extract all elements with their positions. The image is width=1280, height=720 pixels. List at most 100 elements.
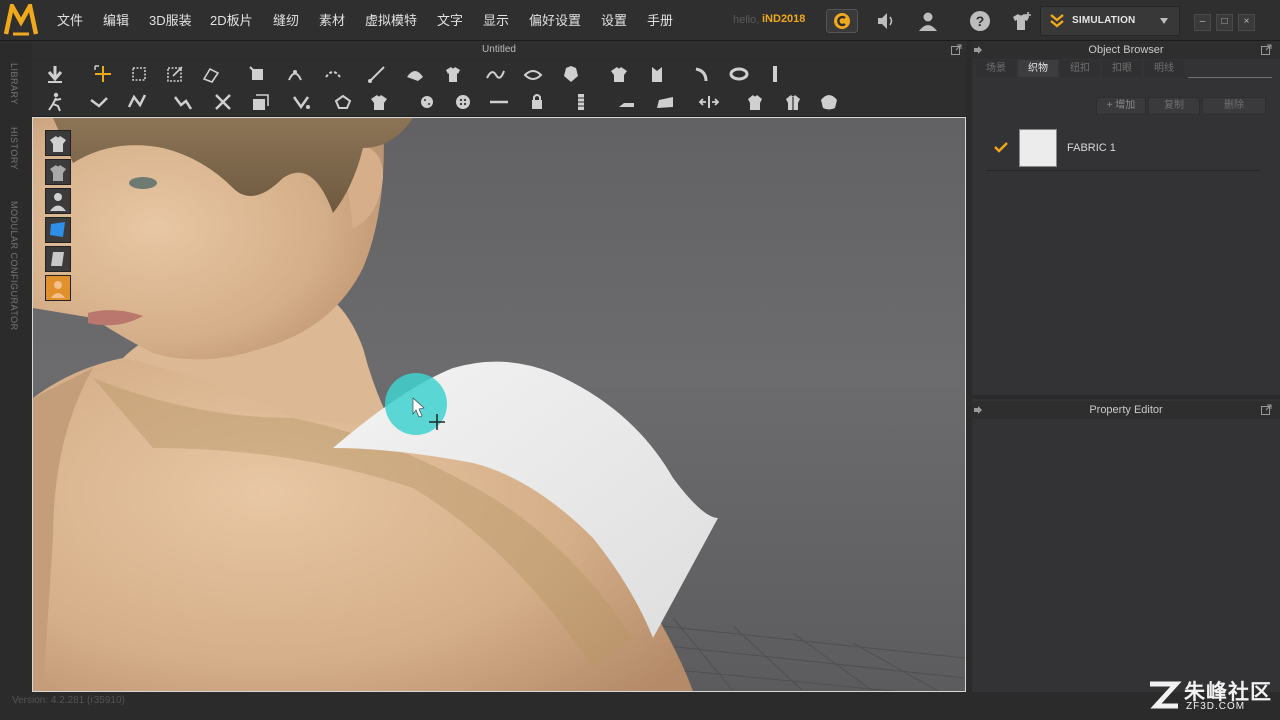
menu-3d-garment[interactable]: 3D服装 <box>149 10 192 29</box>
fabric-list-item[interactable]: FABRIC 1 <box>986 126 1260 171</box>
view-skin-icon[interactable] <box>45 275 71 301</box>
user-name: iND2018 <box>762 13 806 25</box>
garment-layer-icon[interactable] <box>818 91 840 113</box>
speaker-icon[interactable] <box>874 9 898 33</box>
trim-piece-icon[interactable] <box>654 91 676 113</box>
fabric-stack-icon[interactable] <box>248 91 270 113</box>
buttonhole-icon[interactable] <box>452 91 474 113</box>
chevron-down-icon[interactable] <box>1159 17 1169 25</box>
view-texture-icon[interactable] <box>45 217 71 243</box>
detach-window-icon[interactable] <box>1261 44 1272 55</box>
transform-icon[interactable] <box>164 63 186 85</box>
left-side-strip: LIBRARY HISTORY MODULAR CONFIGURATOR <box>0 41 30 693</box>
menu-materials[interactable]: 素材 <box>319 10 345 29</box>
edit-avatar-icon[interactable] <box>88 91 110 113</box>
shrink-garment-icon[interactable] <box>744 91 766 113</box>
library-tab[interactable]: LIBRARY <box>9 63 19 105</box>
tab-button[interactable]: 纽扣 <box>1060 60 1100 77</box>
sewing-line-icon[interactable] <box>172 91 194 113</box>
avatar-garment-icon[interactable] <box>608 63 630 85</box>
view-garment-mesh-icon[interactable] <box>45 159 71 185</box>
tab-fabric[interactable]: 织物 <box>1018 60 1058 77</box>
menu-manual[interactable]: 手册 <box>647 10 673 29</box>
detach-window-icon[interactable] <box>951 44 962 55</box>
texture-edit-icon[interactable] <box>404 63 426 85</box>
simulation-button[interactable]: SIMULATION <box>1040 6 1180 36</box>
view-fabric-icon[interactable] <box>45 246 71 272</box>
add-button[interactable]: + 增加 <box>1096 97 1146 115</box>
measure-icon[interactable] <box>764 63 786 85</box>
menu-settings[interactable]: 设置 <box>601 10 627 29</box>
sew-tack-icon[interactable] <box>322 63 344 85</box>
copy-button[interactable]: 复制 <box>1148 97 1200 115</box>
detach-window-icon[interactable] <box>1261 404 1272 415</box>
belt-icon[interactable] <box>690 63 712 85</box>
delete-button[interactable]: 删除 <box>1202 97 1266 115</box>
fold-arrange-icon[interactable] <box>200 63 222 85</box>
stretch-icon[interactable] <box>698 91 720 113</box>
viewport-toolbar-bottom <box>32 88 966 117</box>
history-tab[interactable]: HISTORY <box>9 127 19 170</box>
button-place-icon[interactable] <box>332 91 354 113</box>
cloud-icon[interactable] <box>826 9 858 33</box>
zipper-icon[interactable] <box>646 63 668 85</box>
user-icon[interactable] <box>916 9 940 33</box>
tab-scene[interactable]: 场景 <box>976 60 1016 77</box>
grab-garment-icon[interactable] <box>560 63 582 85</box>
menu-2d-pattern[interactable]: 2D板片 <box>210 10 253 29</box>
hello-label: hello, <box>733 14 760 26</box>
piping-icon[interactable] <box>616 91 638 113</box>
shirt-outline-icon[interactable] <box>368 91 390 113</box>
garment-fit-icon[interactable] <box>782 91 804 113</box>
zipper-lock-icon[interactable] <box>526 91 548 113</box>
tape-icon[interactable] <box>728 63 750 85</box>
view-garment-icon[interactable] <box>45 130 71 156</box>
draw-line-icon[interactable] <box>366 63 388 85</box>
modular-configurator-tab[interactable]: MODULAR CONFIGURATOR <box>9 201 19 331</box>
watermark-logo-icon <box>1150 681 1182 709</box>
select-mesh-icon[interactable] <box>128 63 150 85</box>
check-icon[interactable] <box>994 141 1008 153</box>
select-move-icon[interactable] <box>92 63 114 85</box>
marvelous-logo-icon[interactable] <box>4 4 38 36</box>
viewport-toolbar-top <box>32 60 966 88</box>
watermark: 朱峰社区 ZF3D.COM <box>1146 674 1274 718</box>
fold-seam-icon[interactable] <box>290 91 312 113</box>
menu-display[interactable]: 显示 <box>483 10 509 29</box>
tab-underline <box>1188 77 1272 78</box>
garment-icon[interactable] <box>1008 9 1034 33</box>
menu-avatar[interactable]: 虚拟模特 <box>365 10 417 29</box>
minimize-button[interactable]: – <box>1194 14 1211 31</box>
3d-viewport[interactable] <box>32 117 966 692</box>
simulation-label: SIMULATION <box>1072 15 1136 26</box>
tab-buttonhole[interactable]: 扣眼 <box>1102 60 1142 77</box>
avatar-pose-icon[interactable] <box>44 91 66 113</box>
panel-divider[interactable] <box>972 395 1280 399</box>
zipper-slider-icon[interactable] <box>570 91 592 113</box>
avatar-scene[interactable] <box>33 118 965 691</box>
segment-tool-icon[interactable] <box>522 63 544 85</box>
tab-topstitch[interactable]: 明线 <box>1144 60 1184 77</box>
close-button[interactable]: × <box>1238 14 1255 31</box>
help-icon[interactable]: ? <box>968 9 992 33</box>
menu-text[interactable]: 文字 <box>437 10 463 29</box>
button-tool-icon[interactable] <box>416 91 438 113</box>
curve-edit-icon[interactable] <box>484 63 506 85</box>
view-avatar-icon[interactable] <box>45 188 71 214</box>
pin-box-icon[interactable] <box>284 63 306 85</box>
menu-edit[interactable]: 编辑 <box>103 10 129 29</box>
svg-text:?: ? <box>976 13 985 29</box>
garment-shape-icon[interactable] <box>442 63 464 85</box>
object-browser-header: Object Browser <box>972 41 1280 59</box>
menu-sewing[interactable]: 缝纫 <box>273 10 299 29</box>
arrangement-point-icon[interactable] <box>126 91 148 113</box>
fabric-name: FABRIC 1 <box>1067 142 1116 154</box>
menu-preferences[interactable]: 偏好设置 <box>529 10 581 29</box>
cross-seam-icon[interactable] <box>212 91 234 113</box>
topstitch-icon[interactable] <box>488 91 510 113</box>
object-browser-tabs: 场景 织物 纽扣 扣眼 明线 <box>972 60 1272 78</box>
maximize-button[interactable]: □ <box>1216 14 1233 31</box>
simulate-drop-icon[interactable] <box>44 63 66 85</box>
menu-file[interactable]: 文件 <box>57 10 83 29</box>
pin-icon[interactable] <box>246 63 268 85</box>
